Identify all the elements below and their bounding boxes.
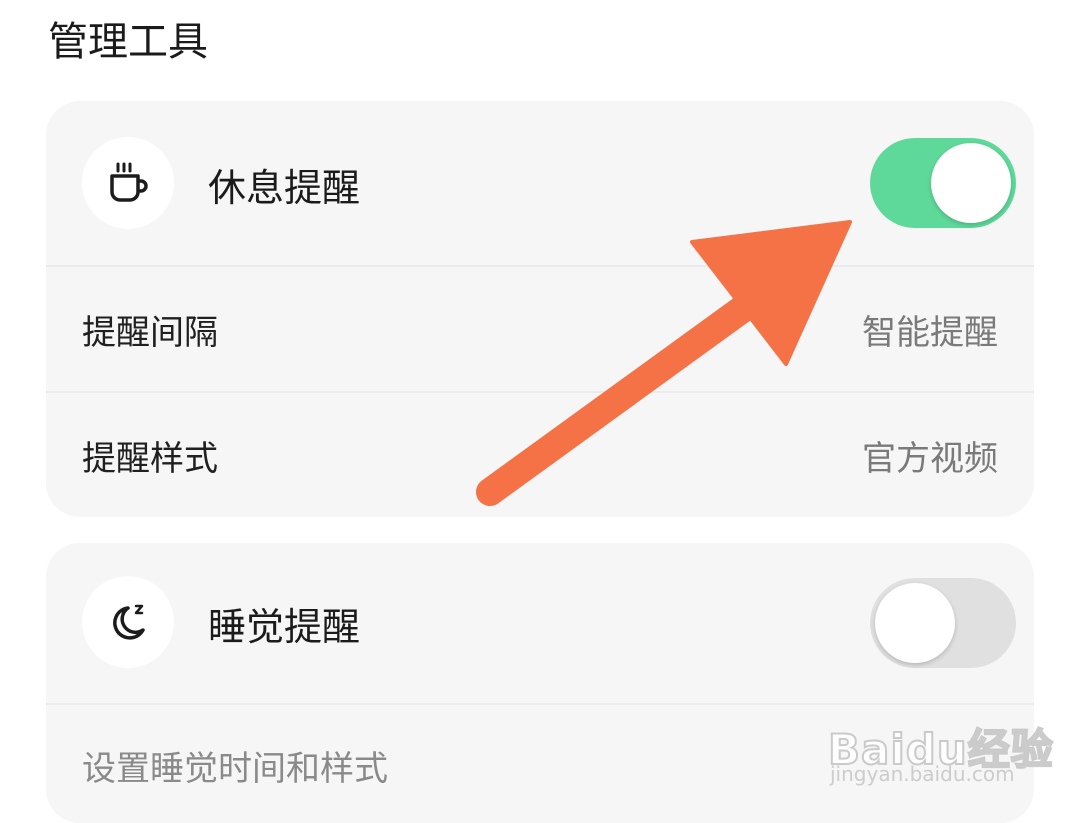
rest-reminder-card: 休息提醒 提醒间隔 智能提醒 提醒样式 官方视频	[46, 101, 1034, 517]
sleep-reminder-header-row: 睡觉提醒	[46, 543, 1034, 703]
toggle-knob	[931, 143, 1011, 223]
section-title: 管理工具	[48, 19, 208, 65]
reminder-interval-row[interactable]: 提醒间隔 智能提醒	[46, 267, 1034, 391]
rest-reminder-header-row: 休息提醒	[46, 101, 1034, 265]
baidu-watermark: Baidu经验 jingyan.baidu.com	[827, 692, 1068, 792]
reminder-interval-value: 智能提醒	[862, 313, 998, 353]
reminder-style-row[interactable]: 提醒样式 官方视频	[46, 393, 1034, 517]
watermark-url: jingyan.baidu.com	[830, 762, 1015, 786]
coffee-cup-icon	[82, 137, 174, 229]
sleep-reminder-toggle[interactable]	[870, 578, 1016, 668]
reminder-style-value: 官方视频	[862, 439, 998, 479]
rest-reminder-title: 休息提醒	[208, 166, 361, 210]
reminder-style-label: 提醒样式	[82, 439, 218, 479]
sleep-reminder-title: 睡觉提醒	[208, 605, 361, 649]
moon-sleep-icon	[82, 576, 174, 668]
sleep-settings-hint: 设置睡觉时间和样式	[82, 749, 388, 789]
toggle-knob	[875, 583, 955, 663]
rest-reminder-toggle[interactable]	[870, 138, 1016, 228]
reminder-interval-label: 提醒间隔	[82, 313, 218, 353]
